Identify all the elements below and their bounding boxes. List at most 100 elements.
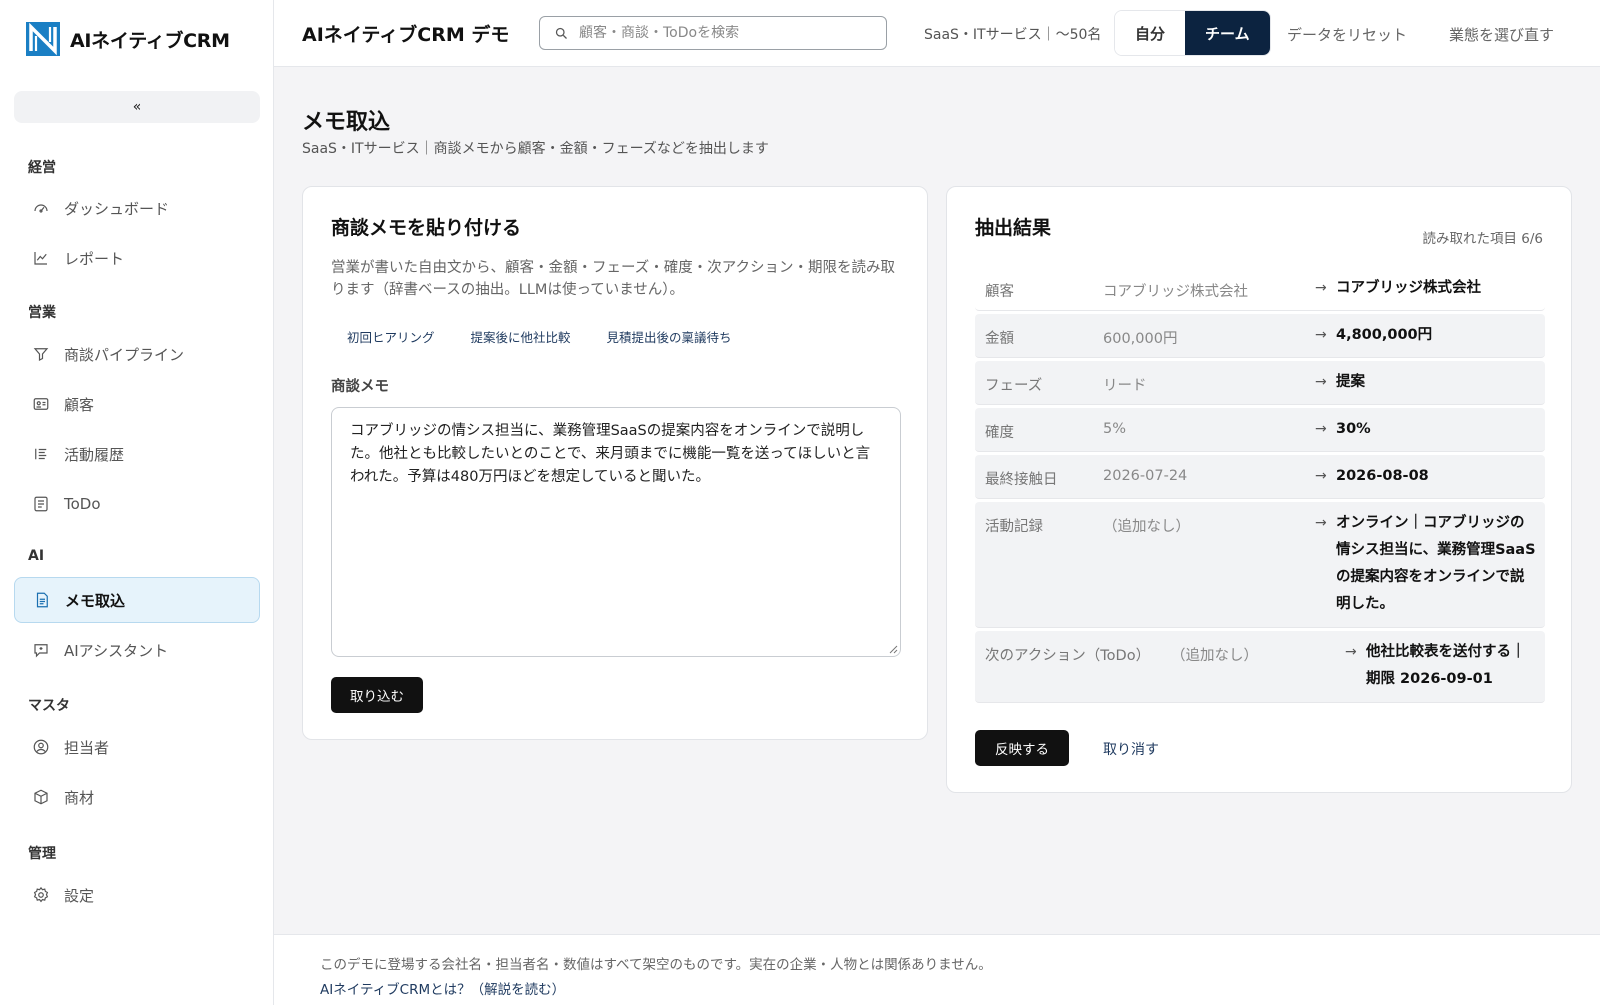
- sidebar-item-label: ダッシュボード: [64, 199, 170, 218]
- result-row-amount: 金額 600,000円 → 4,800,000円: [975, 314, 1545, 358]
- memo-card-title: 商談メモを貼り付ける: [331, 217, 522, 239]
- brand-name: AIネイティブCRM: [70, 29, 230, 52]
- sidebar-item-label: AIアシスタント: [64, 641, 169, 660]
- arrow-right-icon: →: [1345, 644, 1357, 660]
- chart-line-icon: [34, 252, 47, 265]
- field-label: 次のアクション（ToDo）: [985, 648, 1151, 664]
- resize-handle-icon[interactable]: [888, 644, 898, 654]
- new-value: 提案: [1336, 374, 1365, 390]
- sidebar-item-label: 顧客: [64, 395, 95, 414]
- old-value: コアブリッジ株式会社: [1103, 284, 1248, 300]
- app-title: AIネイティブCRM デモ: [302, 24, 510, 46]
- sidebar-item-todo[interactable]: ToDo: [14, 481, 260, 527]
- user-circle-icon: [33, 739, 49, 755]
- old-value: リード: [1103, 378, 1147, 394]
- box-icon: [34, 789, 48, 805]
- apply-button[interactable]: 反映する: [975, 730, 1069, 766]
- page-title: メモ取込: [302, 110, 391, 135]
- sample-chip-approval-pending[interactable]: 見積提出後の稟議待ち: [591, 323, 748, 349]
- gear-icon: [33, 886, 49, 903]
- memo-textarea[interactable]: コアブリッジの情シス担当に、業務管理SaaSの提案内容をオンラインで説明した。他…: [331, 407, 901, 657]
- sidebar-item-memo-import[interactable]: メモ取込: [14, 577, 260, 623]
- fiction-disclaimer: このデモに登場する会社名・担当者名・数値はすべて架空のものです。実在の企業・人物…: [320, 957, 992, 973]
- old-value: 600,000円: [1103, 331, 1178, 347]
- sidebar-item-dashboard[interactable]: ダッシュボード: [14, 185, 260, 231]
- result-row-phase: フェーズ リード → 提案: [975, 361, 1545, 405]
- sidebar-item-label: 設定: [64, 886, 95, 905]
- logo-icon: [26, 22, 60, 56]
- nav-section-master: マスタ: [28, 698, 70, 714]
- nav-section-ai: AI: [28, 548, 45, 564]
- sidebar-collapse-button[interactable]: «: [14, 91, 260, 123]
- sidebar-item-settings[interactable]: 設定: [14, 872, 260, 918]
- reselect-industry-link[interactable]: 業態を選び直す: [1449, 24, 1554, 45]
- result-row-last-contact: 最終接触日 2026-07-24 → 2026-08-08: [975, 455, 1545, 499]
- industry-label: SaaS・ITサービス｜〜50名: [924, 27, 1102, 43]
- nav-section-management: 経営: [28, 160, 56, 176]
- arrow-right-icon: →: [1315, 468, 1327, 484]
- new-value: 4,800,000円: [1336, 327, 1433, 343]
- new-value-line: 他社比較表を送付する｜: [1366, 644, 1526, 660]
- scope-team-button[interactable]: チーム: [1185, 11, 1270, 55]
- brand-logo[interactable]: AIネイティブCRM: [26, 22, 230, 56]
- cancel-link[interactable]: 取り消す: [1103, 739, 1159, 759]
- field-label: 活動記録: [985, 519, 1043, 535]
- new-value-line: 情シス担当に、業務管理SaaS: [1336, 542, 1536, 558]
- arrow-right-icon: →: [1315, 374, 1327, 390]
- sidebar-item-label: 担当者: [64, 738, 110, 757]
- arrow-right-icon: →: [1315, 327, 1327, 343]
- search-box[interactable]: [539, 16, 887, 50]
- old-value: （追加なし）: [1171, 648, 1258, 664]
- memo-input-card: 商談メモを貼り付ける 営業が書いた自由文から、顧客・金額・フェーズ・確度・次アク…: [302, 186, 928, 740]
- arrow-right-icon: →: [1315, 280, 1327, 296]
- top-header: AIネイティブCRM デモ SaaS・ITサービス｜〜50名 自分 チーム デー…: [274, 0, 1600, 67]
- sidebar-item-label: メモ取込: [65, 591, 126, 610]
- scope-self-button[interactable]: 自分: [1115, 11, 1186, 55]
- import-button[interactable]: 取り込む: [331, 677, 423, 713]
- memo-card-description: 営業が書いた自由文から、顧客・金額・フェーズ・確度・次アクション・期限を読み取り…: [331, 260, 896, 298]
- new-value: コアブリッジ株式会社: [1336, 280, 1481, 296]
- new-value: オンライン｜コアブリッジの 情シス担当に、業務管理SaaS の提案内容をオンライ…: [1336, 510, 1541, 618]
- new-value-line: オンライン｜コアブリッジの: [1336, 515, 1525, 531]
- extraction-result-card: 抽出結果 読み取れた項目 6/6 顧客 コアブリッジ株式会社 → コアブリッジ株…: [946, 186, 1572, 793]
- result-row-probability: 確度 5% → 30%: [975, 408, 1545, 452]
- new-value: 2026-08-08: [1336, 468, 1429, 484]
- footer: このデモに登場する会社名・担当者名・数値はすべて架空のものです。実在の企業・人物…: [274, 934, 1600, 1005]
- read-count-badge: 読み取れた項目 6/6: [1422, 231, 1543, 247]
- about-link[interactable]: AIネイティブCRMとは？（解説を読む）: [320, 978, 565, 998]
- sidebar-item-label: ToDo: [64, 495, 101, 513]
- result-row-customer: 顧客 コアブリッジ株式会社 → コアブリッジ株式会社: [975, 267, 1545, 311]
- sidebar-item-reports[interactable]: レポート: [14, 235, 260, 281]
- sidebar-item-ai-assistant[interactable]: AIアシスタント: [14, 627, 260, 673]
- sample-chip-competitor-comparison[interactable]: 提案後に他社比較: [455, 323, 587, 349]
- reset-data-link[interactable]: データをリセット: [1287, 24, 1407, 45]
- list-icon: [35, 448, 47, 460]
- gauge-icon: [34, 204, 48, 213]
- sidebar-item-label: 商材: [64, 788, 95, 807]
- result-card-title: 抽出結果: [975, 217, 1052, 239]
- sidebar-item-staff[interactable]: 担当者: [14, 724, 260, 770]
- sidebar-item-pipeline[interactable]: 商談パイプライン: [14, 331, 260, 377]
- field-label: 確度: [985, 425, 1014, 441]
- sample-memo-chips: 初回ヒアリング 提案後に他社比較 見積提出後の稟議待ち: [331, 323, 748, 349]
- checklist-icon: [34, 496, 48, 512]
- new-value-line: 期限 2026-09-01: [1366, 671, 1493, 687]
- sidebar-item-customers[interactable]: 顧客: [14, 381, 260, 427]
- old-value: 2026-07-24: [1103, 468, 1188, 484]
- search-input[interactable]: [579, 25, 869, 41]
- chat-icon: [34, 644, 48, 658]
- sidebar-item-products[interactable]: 商材: [14, 774, 260, 820]
- field-label: 顧客: [985, 284, 1014, 300]
- sidebar-item-activities[interactable]: 活動履歴: [14, 431, 260, 477]
- new-value-line: の提案内容をオンラインで説: [1336, 569, 1525, 585]
- field-label: 最終接触日: [985, 472, 1058, 488]
- sidebar-item-label: 商談パイプライン: [64, 345, 185, 364]
- scope-toggle: 自分 チーム: [1114, 10, 1271, 56]
- field-label: 金額: [985, 331, 1014, 347]
- id-card-icon: [33, 398, 49, 410]
- sample-chip-first-hearing[interactable]: 初回ヒアリング: [331, 323, 451, 349]
- field-label: フェーズ: [985, 378, 1043, 394]
- arrow-right-icon: →: [1315, 515, 1327, 531]
- sidebar: AIネイティブCRM « 経営 ダッシュボード レポート 営業 商談パイプライン…: [0, 0, 274, 1005]
- search-icon: [555, 27, 567, 39]
